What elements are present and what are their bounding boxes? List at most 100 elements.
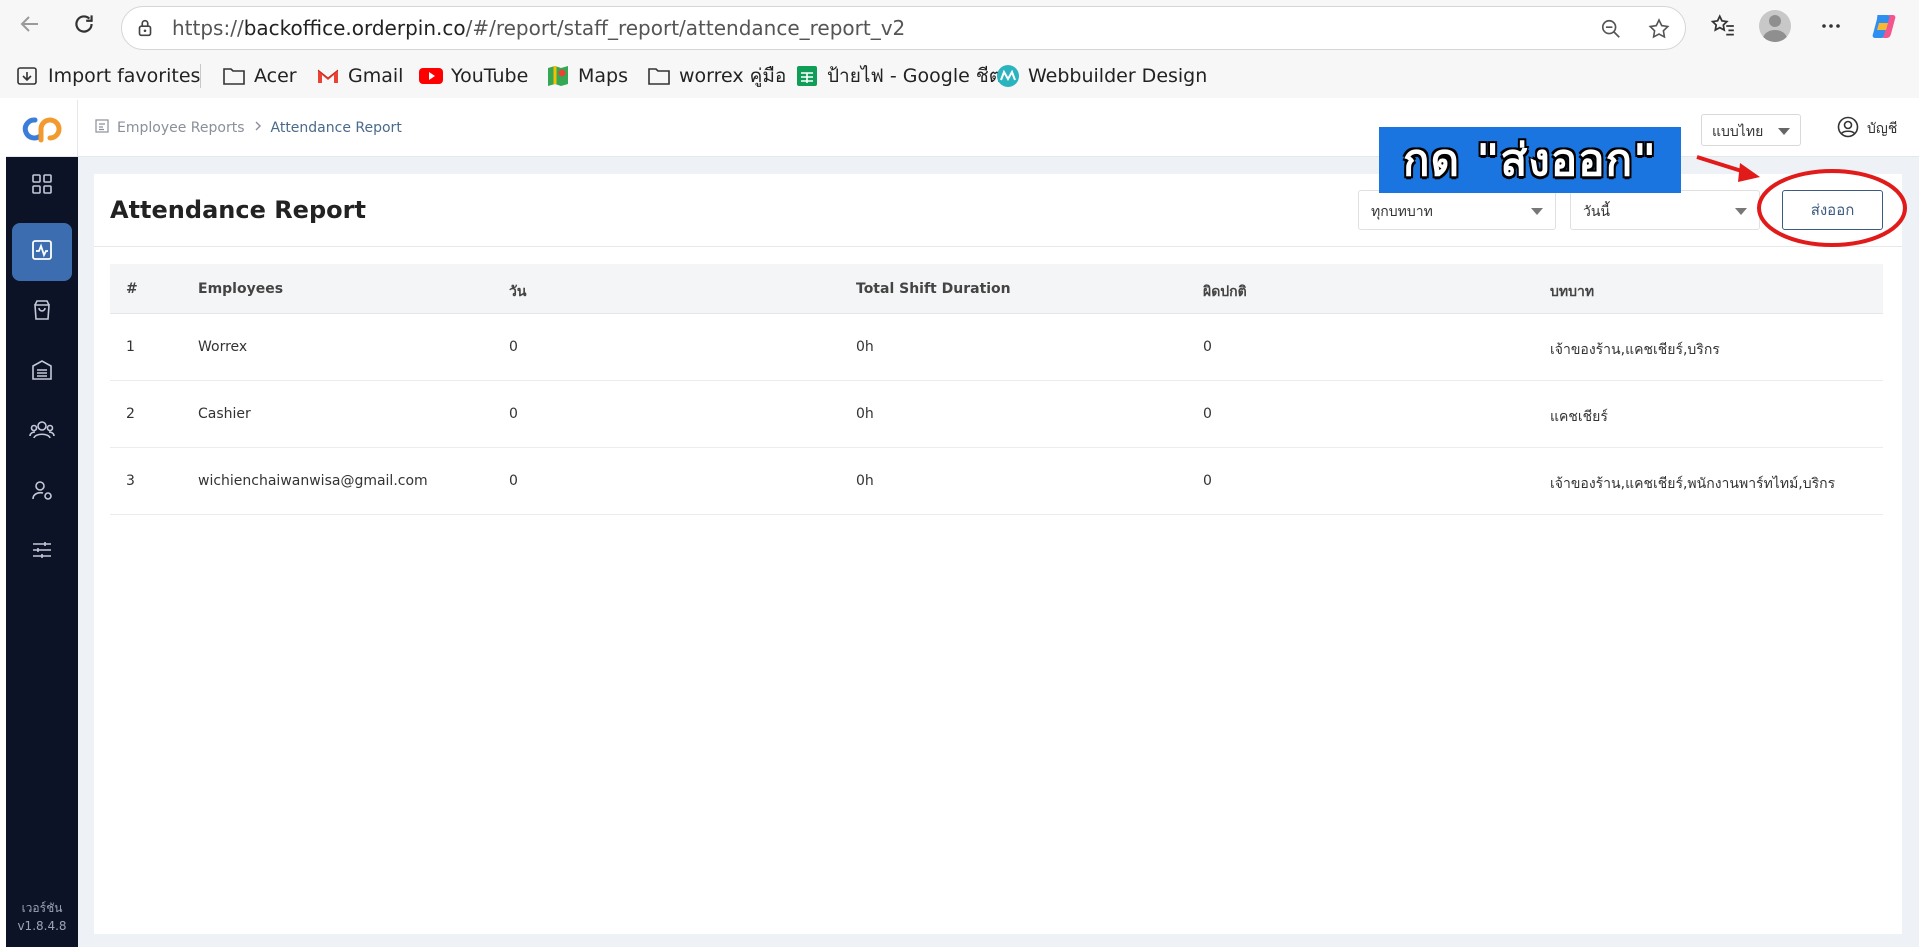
users-icon: [29, 418, 55, 446]
table-row[interactable]: 1 Worrex 0 0h 0 เจ้าของร้าน,แคชเชียร์,บร…: [110, 314, 1883, 381]
bookmark-label: worrex คู่มือ: [679, 65, 787, 87]
report-list-icon: [95, 119, 109, 137]
cell-days: 0: [509, 339, 518, 355]
report-panel: Attendance Report ทุกบทบาท วันนี้ ส่งออก…: [94, 174, 1902, 934]
sidebar-item-user-settings[interactable]: [12, 463, 72, 521]
profile-avatar[interactable]: [1759, 10, 1791, 42]
bookmarks-bar: Import favorites Acer Gmail YouTube Maps…: [0, 58, 1919, 94]
sidebar-item-inventory[interactable]: [12, 343, 72, 401]
cell-index: 2: [126, 406, 135, 422]
page-title: Attendance Report: [110, 196, 366, 224]
favorite-star-icon[interactable]: [1646, 16, 1672, 42]
role-filter-select[interactable]: ทุกบทบาท: [1358, 190, 1556, 230]
sidebar-item-dashboard[interactable]: [12, 157, 72, 215]
bookmark-acer[interactable]: Acer: [222, 62, 297, 90]
account-menu[interactable]: บัญชี: [1837, 116, 1897, 142]
url-prefix: https://: [172, 16, 244, 40]
caret-down-icon: [1531, 208, 1543, 215]
bookmark-youtube[interactable]: YouTube: [419, 62, 528, 90]
table-header: # Employees วัน Total Shift Duration ผิด…: [110, 264, 1883, 314]
report-icon: [30, 238, 54, 266]
export-button[interactable]: ส่งออก: [1782, 190, 1883, 230]
inventory-icon: [30, 358, 54, 386]
breadcrumb-current: Attendance Report: [270, 120, 402, 136]
date-filter-select[interactable]: วันนี้: [1570, 190, 1760, 230]
favorites-icon[interactable]: [1707, 10, 1739, 42]
dashboard-icon: [30, 172, 54, 200]
lock-icon[interactable]: [134, 17, 156, 39]
shopping-bag-icon: [30, 298, 54, 326]
column-header-days: วัน: [509, 284, 527, 300]
column-header-shift-duration: Total Shift Duration: [856, 281, 1011, 297]
orderpin-logo[interactable]: [6, 100, 78, 157]
copilot-icon[interactable]: [1868, 10, 1900, 42]
caret-down-icon: [1778, 128, 1790, 135]
column-header-index: #: [126, 281, 138, 297]
bookmark-label: ป้ายไฟ - Google ชีต: [827, 65, 1002, 87]
bookmark-sheets[interactable]: ป้ายไฟ - Google ชีต: [795, 62, 1001, 90]
bookmark-gmail[interactable]: Gmail: [316, 62, 403, 90]
cell-roles: เจ้าของร้าน,แคชเชียร์,บริกร: [1550, 342, 1720, 358]
cell-abnormal: 0: [1203, 406, 1212, 422]
zoom-out-icon[interactable]: [1598, 16, 1624, 42]
cell-index: 3: [126, 473, 135, 489]
bookmark-worrex-manual[interactable]: worrex คู่มือ: [647, 62, 786, 90]
reload-icon: [71, 11, 97, 41]
bookmark-import-favorites[interactable]: Import favorites: [16, 62, 200, 90]
import-icon: [16, 65, 40, 87]
app-version: เวอร์ชัน v1.8.4.8: [6, 899, 78, 935]
cell-days: 0: [509, 406, 518, 422]
language-select[interactable]: แบบไทย: [1701, 114, 1801, 146]
cell-abnormal: 0: [1203, 339, 1212, 355]
user-circle-icon: [1837, 116, 1859, 142]
cell-shift-duration: 0h: [856, 339, 874, 355]
bookmark-webbuilder[interactable]: Webbuilder Design: [996, 62, 1207, 90]
chevron-right-icon: [253, 120, 263, 136]
sidebar-item-reports[interactable]: [12, 223, 72, 281]
breadcrumb-parent[interactable]: Employee Reports: [117, 120, 245, 136]
reload-button[interactable]: [66, 8, 102, 44]
date-filter-value: วันนี้: [1583, 204, 1611, 220]
gmail-icon: [316, 65, 340, 87]
cell-employee: Worrex: [198, 339, 248, 355]
back-arrow-icon: [18, 12, 42, 40]
cell-shift-duration: 0h: [856, 473, 874, 489]
back-button[interactable]: [12, 8, 48, 44]
url-path: /#/report/staff_report/attendance_report…: [465, 16, 906, 40]
version-number: v1.8.4.8: [17, 919, 67, 933]
maps-icon: [546, 65, 570, 87]
table-row[interactable]: 3 wichienchaiwanwisa@gmail.com 0 0h 0 เจ…: [110, 448, 1883, 515]
sidebar: เวอร์ชัน v1.8.4.8: [6, 157, 78, 947]
bookmark-maps[interactable]: Maps: [546, 62, 628, 90]
bookmark-label: Webbuilder Design: [1028, 65, 1208, 87]
sidebar-item-sales[interactable]: [12, 283, 72, 341]
user-settings-icon: [30, 478, 54, 506]
table-row[interactable]: 2 Cashier 0 0h 0 แคชเชียร์: [110, 381, 1883, 448]
url-domain: backoffice.orderpin.co: [243, 16, 466, 40]
account-label: บัญชี: [1867, 121, 1898, 137]
sidebar-item-employees[interactable]: [12, 403, 72, 461]
address-bar[interactable]: https://backoffice.orderpin.co/#/report/…: [121, 6, 1686, 50]
cell-roles: แคชเชียร์: [1550, 409, 1608, 425]
column-header-abnormal: ผิดปกติ: [1203, 284, 1247, 300]
webbuilder-icon: [996, 65, 1020, 87]
instruction-callout-text: กด "ส่งออก": [1402, 135, 1658, 186]
more-menu-icon[interactable]: [1815, 10, 1847, 42]
header-divider: [94, 246, 1902, 247]
sidebar-item-settings[interactable]: [12, 523, 72, 581]
column-header-roles: บทบาท: [1550, 284, 1595, 300]
cell-index: 1: [126, 339, 135, 355]
bookmark-label: Gmail: [348, 65, 404, 87]
instruction-callout: กด "ส่งออก": [1379, 127, 1681, 193]
cell-days: 0: [509, 473, 518, 489]
caret-down-icon: [1735, 208, 1747, 215]
bookmark-label: Maps: [578, 65, 628, 87]
folder-icon: [647, 65, 671, 87]
cell-shift-duration: 0h: [856, 406, 874, 422]
breadcrumb: Employee Reports Attendance Report: [95, 119, 402, 137]
cell-employee: wichienchaiwanwisa@gmail.com: [198, 473, 428, 489]
cell-employee: Cashier: [198, 406, 251, 422]
avatar-icon: [1759, 10, 1791, 42]
url-text[interactable]: https://backoffice.orderpin.co/#/report/…: [172, 16, 905, 40]
cell-abnormal: 0: [1203, 473, 1212, 489]
